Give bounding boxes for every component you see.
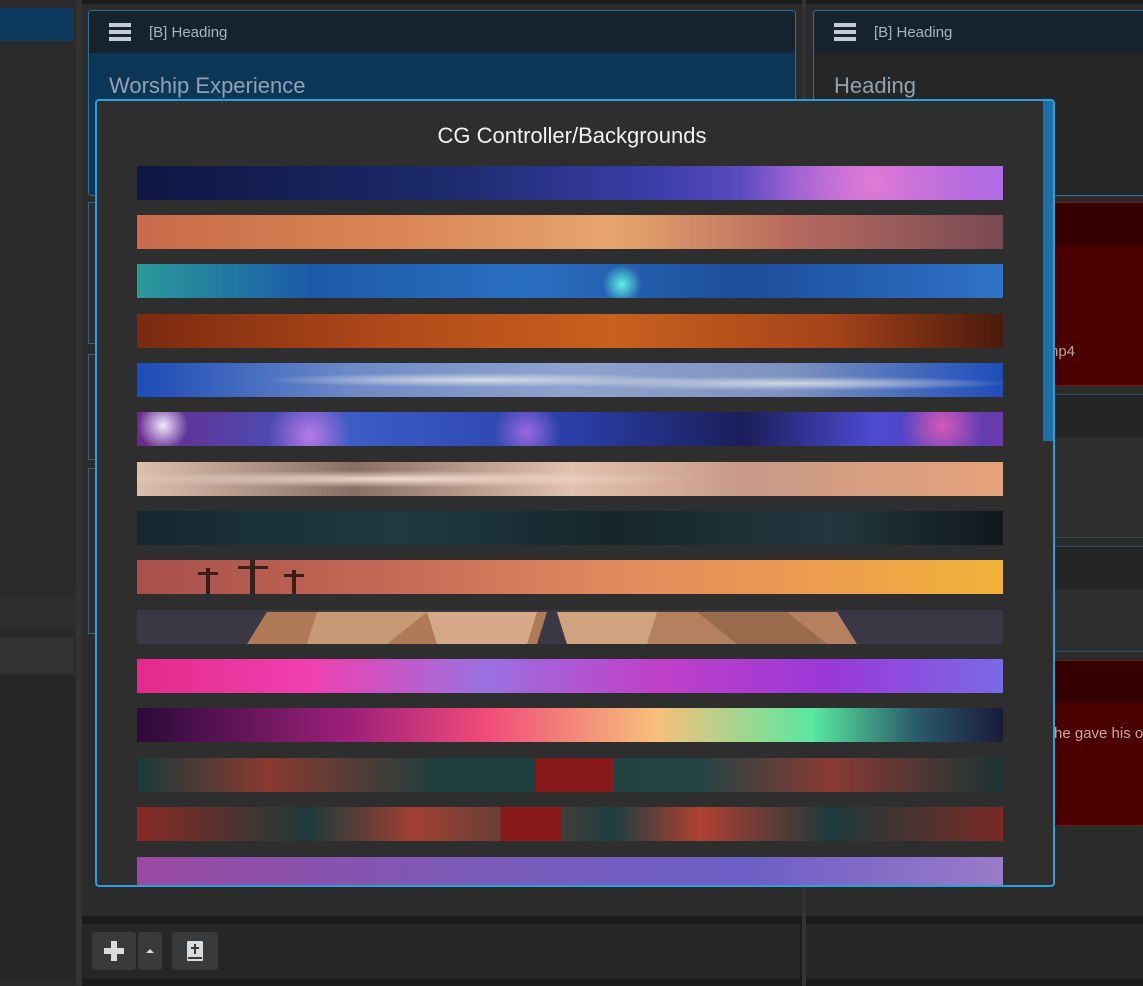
add-item-button[interactable] (92, 932, 136, 970)
lyric-snippet: he gave his o (1054, 725, 1143, 742)
background-thumbnail[interactable] (137, 807, 1003, 841)
modal-title: CG Controller/Backgrounds (437, 123, 707, 148)
list-icon (834, 23, 856, 41)
background-thumbnail[interactable] (137, 462, 1003, 496)
bible-icon (187, 941, 203, 961)
background-thumbnail[interactable] (137, 412, 1003, 446)
left-tab-1[interactable] (0, 594, 76, 630)
bottom-toolbar-right (806, 924, 1143, 978)
background-thumbnail[interactable] (137, 363, 1003, 397)
right-card-header: [B] Heading (814, 11, 1143, 53)
card-title: Worship Experience (109, 73, 306, 98)
background-thumbnail[interactable] (137, 166, 1003, 200)
column-divider[interactable] (76, 0, 82, 986)
bottom-toolbar (82, 924, 800, 978)
bible-button[interactable] (172, 932, 218, 970)
background-thumbnail[interactable] (137, 560, 1003, 594)
crosses-icon (198, 560, 304, 594)
left-bottom-panel (0, 676, 76, 978)
low-poly-hands-icon (247, 612, 857, 644)
background-thumbnail[interactable] (137, 264, 1003, 298)
left-tab-2[interactable] (0, 637, 74, 673)
add-options-button[interactable] (138, 932, 162, 970)
background-thumbnail[interactable] (137, 857, 1003, 885)
background-thumbnail[interactable] (137, 708, 1003, 742)
background-thumbnail[interactable] (137, 215, 1003, 249)
background-thumbnail[interactable] (137, 758, 1003, 792)
right-card-title: Heading (834, 73, 916, 98)
background-thumbnail[interactable] (137, 610, 1003, 644)
card-header: [B] Heading (89, 11, 795, 53)
left-panel (0, 44, 78, 586)
background-thumbnail[interactable] (137, 511, 1003, 545)
modal-scrollbar[interactable] (1043, 101, 1053, 441)
background-thumbnail[interactable] (137, 659, 1003, 693)
backgrounds-modal: CG Controller/Backgrounds (95, 99, 1055, 887)
list-icon (109, 23, 131, 41)
plus-icon (104, 941, 124, 961)
card-header-label: [B] Heading (149, 23, 228, 41)
background-thumbnail[interactable] (137, 314, 1003, 348)
left-active-item[interactable] (0, 8, 74, 41)
caret-up-icon (146, 949, 154, 953)
right-card-header-label: [B] Heading (874, 23, 953, 41)
